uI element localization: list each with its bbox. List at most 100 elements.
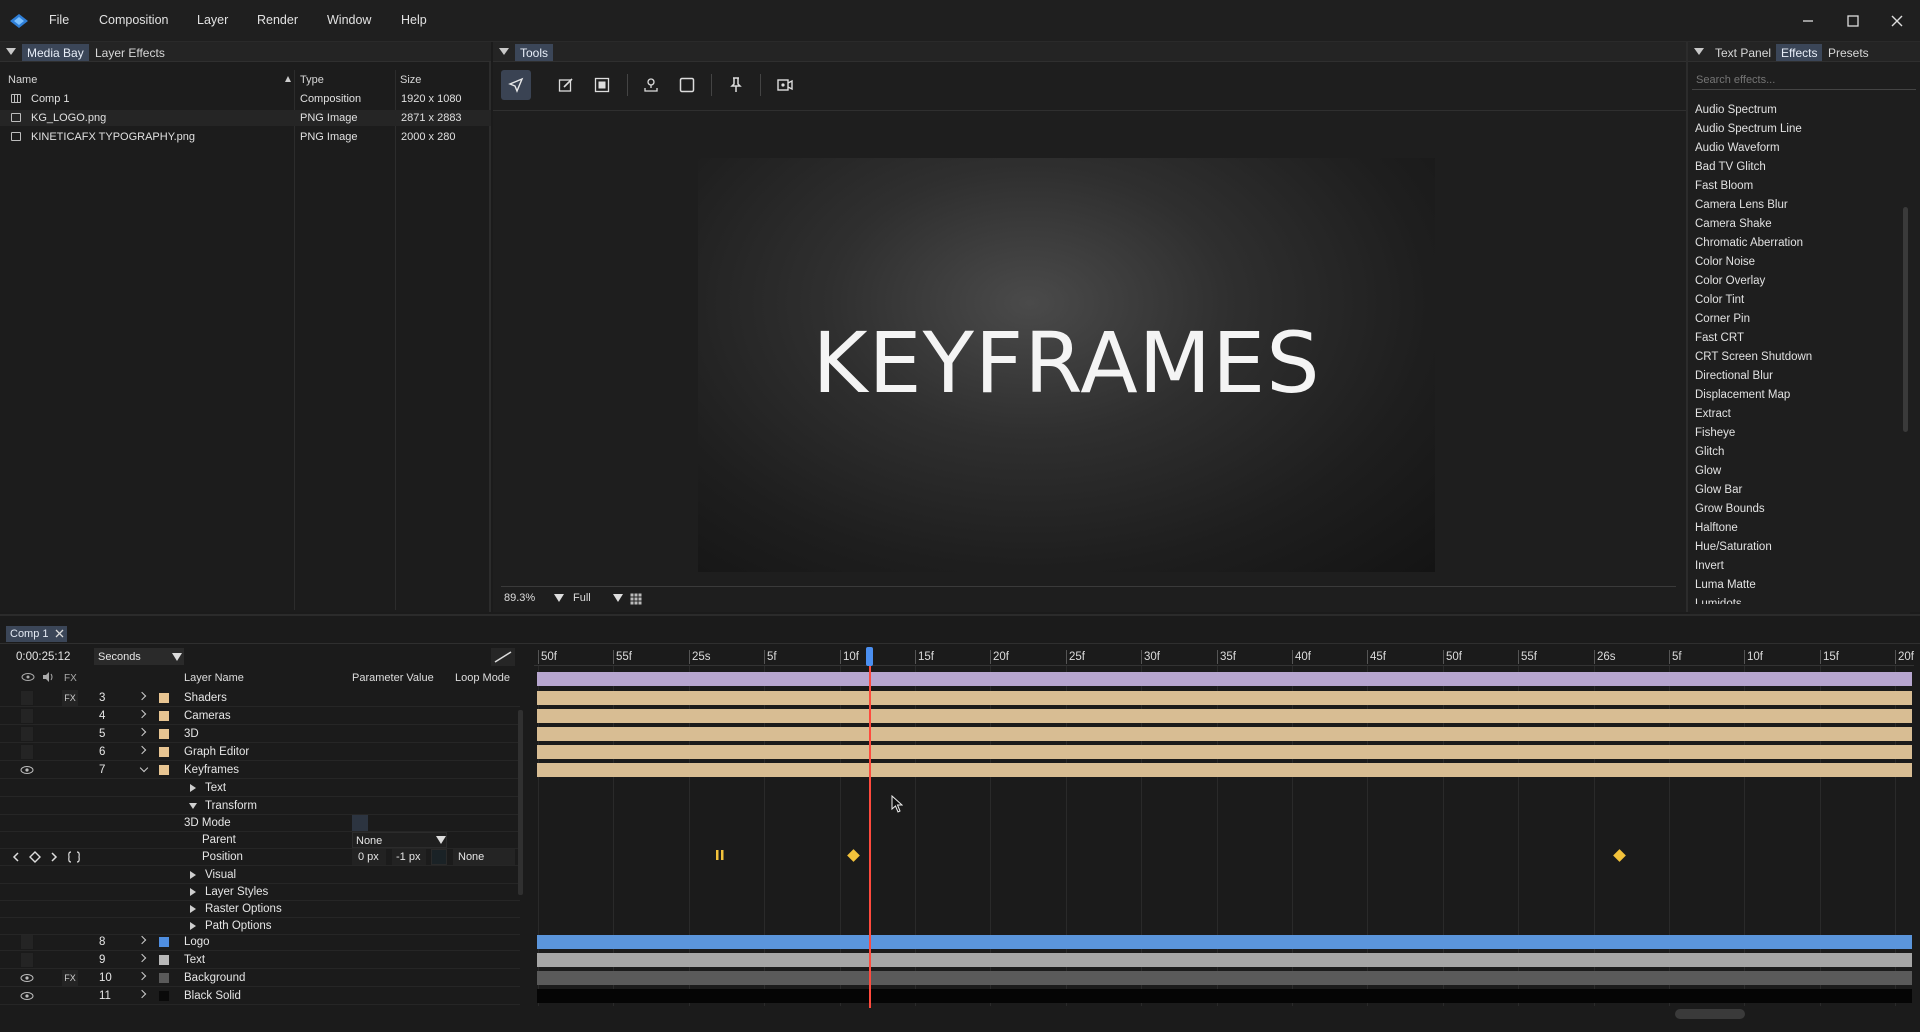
track-bar-background[interactable]	[537, 971, 1912, 985]
effect-item[interactable]: Halftone	[1695, 522, 1895, 540]
expand-chevron-icon[interactable]	[137, 953, 147, 963]
effect-item[interactable]: Color Noise	[1695, 256, 1895, 274]
layer-row[interactable]: FX 3 Shaders	[0, 689, 520, 707]
effect-item[interactable]: Glow Bar	[1695, 484, 1895, 502]
panel-menu-icon[interactable]	[6, 48, 16, 55]
select-tool-button[interactable]	[501, 70, 531, 100]
effect-item[interactable]: Invert	[1695, 560, 1895, 578]
fx-badge[interactable]: FX	[62, 970, 78, 986]
playhead-handle[interactable]	[866, 647, 873, 666]
effect-item[interactable]: Chromatic Aberration	[1695, 237, 1895, 255]
tab-effects[interactable]: Effects	[1776, 44, 1823, 61]
quality-value[interactable]: Full	[573, 592, 591, 604]
zoom-dropdown-icon[interactable]	[554, 594, 564, 602]
effect-item[interactable]: Color Tint	[1695, 294, 1895, 312]
list-item[interactable]: Comp 1 Composition 1920 x 1080	[0, 91, 491, 107]
timeline-horizontal-scrollbar[interactable]	[1675, 1009, 1745, 1019]
layer-color-swatch[interactable]	[159, 747, 169, 757]
effect-item[interactable]: Extract	[1695, 408, 1895, 426]
effect-item[interactable]: Audio Waveform	[1695, 142, 1895, 160]
visibility-toggle[interactable]	[20, 934, 34, 950]
playhead-line[interactable]	[869, 666, 871, 1008]
property-parent[interactable]: Parent None	[0, 831, 520, 849]
list-item[interactable]: KG_LOGO.png PNG Image 2871 x 2883	[0, 110, 491, 126]
col-name-header[interactable]: Name	[8, 74, 37, 86]
property-text-group[interactable]: Text	[0, 779, 520, 797]
menu-window[interactable]: Window	[327, 13, 371, 27]
panel-menu-icon[interactable]	[1694, 48, 1704, 55]
track-bar-text[interactable]	[537, 953, 1912, 967]
graph-editor-toggle-icon[interactable]	[491, 648, 515, 666]
layer-list-scrollbar[interactable]	[518, 710, 523, 895]
property-path-options-group[interactable]: Path Options	[0, 917, 520, 935]
track-bar-3d[interactable]	[537, 727, 1912, 741]
quality-dropdown-icon[interactable]	[613, 594, 623, 602]
menu-help[interactable]: Help	[401, 13, 427, 27]
property-visual-group[interactable]: Visual	[0, 866, 520, 884]
list-item[interactable]: KINETICAFX TYPOGRAPHY.png PNG Image 2000…	[0, 129, 491, 145]
expand-chevron-icon[interactable]	[137, 691, 147, 701]
expand-chevron-icon[interactable]	[137, 709, 147, 719]
next-keyframe-icon[interactable]	[48, 851, 60, 863]
layer-row[interactable]: 9 Text	[0, 951, 520, 969]
effect-item[interactable]: Fisheye	[1695, 427, 1895, 445]
col-size-header[interactable]: Size	[400, 74, 421, 86]
layer-row[interactable]: 8 Logo	[0, 933, 520, 951]
expand-chevron-icon[interactable]	[137, 971, 147, 981]
anchor-tool-button[interactable]	[636, 70, 666, 100]
effect-item[interactable]: Audio Spectrum	[1695, 104, 1895, 122]
time-unit-dropdown[interactable]: Seconds	[94, 648, 184, 665]
menu-layer[interactable]: Layer	[197, 13, 228, 27]
visibility-toggle[interactable]	[20, 690, 34, 706]
tab-text-panel[interactable]: Text Panel	[1710, 44, 1776, 61]
effects-search-input[interactable]	[1692, 70, 1916, 90]
position-link-toggle[interactable]	[431, 849, 447, 865]
layer-row[interactable]: 11 Black Solid	[0, 987, 520, 1005]
expand-icon[interactable]	[190, 922, 196, 930]
expand-icon[interactable]	[190, 905, 196, 913]
tab-layer-effects[interactable]: Layer Effects	[90, 44, 170, 61]
effect-item[interactable]: Luma Matte	[1695, 579, 1895, 597]
property-layer-styles-group[interactable]: Layer Styles	[0, 883, 520, 901]
layer-color-swatch[interactable]	[159, 693, 169, 703]
effect-item[interactable]: Camera Shake	[1695, 218, 1895, 236]
rectangle-tool-button[interactable]	[672, 70, 702, 100]
expand-chevron-icon[interactable]	[137, 727, 147, 737]
col-type-header[interactable]: Type	[300, 74, 324, 86]
track-bar-black-solid[interactable]	[537, 989, 1912, 1003]
timecode[interactable]: 0:00:25:12	[16, 651, 70, 663]
add-keyframe-icon[interactable]	[29, 851, 41, 863]
track-bar-keyframes[interactable]	[537, 763, 1912, 777]
camera-tool-button[interactable]	[770, 70, 800, 100]
sort-ascending-icon[interactable]	[285, 76, 291, 82]
edit-tool-button[interactable]	[551, 70, 581, 100]
layer-color-swatch[interactable]	[159, 711, 169, 721]
effect-item[interactable]: Glitch	[1695, 446, 1895, 464]
keyframe-hold-icon[interactable]	[716, 850, 724, 860]
menu-file[interactable]: File	[49, 13, 69, 27]
loop-mode-field[interactable]: None	[453, 849, 515, 865]
collapse-chevron-icon[interactable]	[139, 763, 149, 773]
panel-menu-icon[interactable]	[499, 48, 509, 55]
layer-color-swatch[interactable]	[159, 937, 169, 947]
effect-item[interactable]: Fast Bloom	[1695, 180, 1895, 198]
track-bar-cameras[interactable]	[537, 709, 1912, 723]
tab-comp-1[interactable]: Comp 1	[6, 626, 67, 642]
layer-row[interactable]: 7 Keyframes	[0, 761, 520, 779]
mask-tool-button[interactable]	[587, 70, 617, 100]
effect-item[interactable]: CRT Screen Shutdown	[1695, 351, 1895, 369]
effect-item[interactable]: Fast CRT	[1695, 332, 1895, 350]
effect-item[interactable]: Corner Pin	[1695, 313, 1895, 331]
3d-mode-checkbox[interactable]	[352, 815, 368, 831]
parent-dropdown[interactable]: None	[352, 832, 447, 848]
menu-render[interactable]: Render	[257, 13, 298, 27]
layer-color-swatch[interactable]	[159, 991, 169, 1001]
track-bar-shaders[interactable]	[537, 691, 1912, 705]
effect-item[interactable]: Color Overlay	[1695, 275, 1895, 293]
layer-color-swatch[interactable]	[159, 729, 169, 739]
grid-toggle-icon[interactable]	[630, 593, 642, 605]
track-bar-graph-editor[interactable]	[537, 745, 1912, 759]
expand-icon[interactable]	[190, 888, 196, 896]
tab-presets[interactable]: Presets	[1823, 44, 1874, 61]
expand-chevron-icon[interactable]	[137, 745, 147, 755]
